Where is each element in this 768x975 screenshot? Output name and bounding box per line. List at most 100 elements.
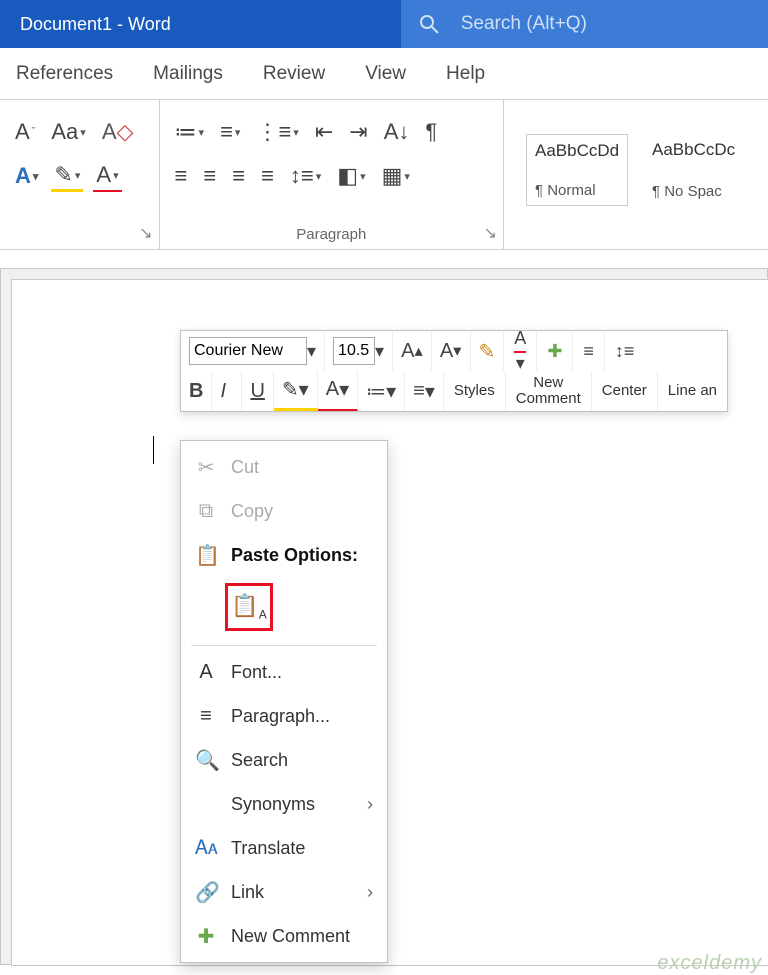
paragraph-group-launcher-icon[interactable]: ↘	[484, 223, 497, 243]
menu-label: Link	[231, 882, 264, 903]
change-case-icon[interactable]: Aa▾	[48, 117, 88, 147]
underline-button[interactable]: U	[242, 371, 273, 411]
document-title: Document1 - Word	[0, 14, 191, 35]
style-no-spacing[interactable]: AaBbCcDc ¶ No Spac	[644, 134, 746, 206]
font-size-input[interactable]	[333, 337, 375, 365]
grow-font-button[interactable]: A▴	[393, 331, 432, 371]
ribbon-group-styles: AaBbCcDd ¶ Normal AaBbCcDc ¶ No Spac	[504, 100, 768, 249]
bold-button[interactable]: B	[181, 371, 212, 411]
show-marks-icon[interactable]: ¶	[422, 117, 440, 147]
menu-label: Paragraph...	[231, 706, 330, 727]
highlight-icon[interactable]: ✎▾	[51, 160, 83, 192]
font-name-input[interactable]	[189, 337, 307, 365]
clear-formatting-icon[interactable]: A◇	[99, 117, 137, 147]
font-color-button[interactable]: A▾	[318, 371, 358, 411]
menu-label: Copy	[231, 501, 273, 522]
numbering-icon[interactable]: ≡▾	[217, 117, 243, 147]
ribbon-tab-row: References Mailings Review View Help	[0, 48, 768, 100]
paste-keep-text-only-button[interactable]: 📋A	[225, 583, 273, 631]
search-placeholder: Search (Alt+Q)	[461, 13, 587, 35]
ribbon-group-paragraph: ≔▾ ≡▾ ⋮≡▾ ⇤ ⇥ A↓ ¶ ≡ ≡ ≡ ≡ ↕≡▾ ◧▾ ▦▾ Par…	[160, 100, 504, 249]
multilevel-list-icon[interactable]: ⋮≡▾	[253, 117, 301, 147]
tab-help[interactable]: Help	[442, 57, 489, 91]
dropdown-icon[interactable]: ▾	[307, 341, 316, 362]
menu-paste-options-header: 📋 Paste Options:	[181, 533, 387, 577]
search-icon	[419, 14, 439, 34]
sort-icon[interactable]: A↓	[381, 117, 413, 147]
style-preview: AaBbCcDc	[652, 140, 738, 160]
cut-icon: ✂	[195, 455, 217, 480]
line-spacing-button[interactable]: ↕≡	[605, 331, 645, 371]
text-effects-icon[interactable]: A▾	[12, 161, 41, 191]
decrease-indent-icon[interactable]: ⇤	[312, 117, 336, 147]
grow-font-icon[interactable]: Aˇ	[12, 117, 38, 147]
shading-icon[interactable]: ◧▾	[334, 161, 368, 191]
justify-icon[interactable]: ≡	[258, 161, 277, 191]
italic-button[interactable]: I	[212, 371, 242, 411]
highlight-button[interactable]: ✎▾	[274, 371, 318, 411]
menu-new-comment[interactable]: ✚ New Comment	[181, 914, 387, 958]
new-comment-icon: ✚	[195, 924, 217, 949]
style-normal[interactable]: AaBbCcDd ¶ Normal	[526, 134, 628, 206]
tab-mailings[interactable]: Mailings	[149, 57, 227, 91]
translate-icon: 🗛	[195, 837, 217, 860]
line-spacing-icon[interactable]: ↕≡▾	[287, 161, 324, 191]
align-center-icon[interactable]: ≡	[200, 161, 219, 191]
increase-indent-icon[interactable]: ⇥	[346, 117, 370, 147]
menu-label: Search	[231, 750, 288, 771]
document-page[interactable]: ▾ ▾ A▴ A▾ ✎ A▾ ✚ ≡ ↕≡ B I U ✎▾	[11, 279, 768, 966]
menu-copy[interactable]: ⧉ Copy	[181, 489, 387, 533]
align-right-icon[interactable]: ≡	[229, 161, 248, 191]
font-group-launcher-icon[interactable]: ↘	[139, 223, 152, 243]
menu-font[interactable]: A Font...	[181, 650, 387, 694]
bullets-button[interactable]: ≔▾	[358, 371, 405, 411]
tab-references[interactable]: References	[12, 57, 117, 91]
title-bar: Document1 - Word Search (Alt+Q)	[0, 0, 768, 48]
paste-icon: 📋	[195, 543, 217, 568]
menu-search[interactable]: 🔍 Search	[181, 738, 387, 782]
text-cursor	[153, 436, 154, 464]
menu-paragraph[interactable]: ≡ Paragraph...	[181, 694, 387, 738]
menu-synonyms[interactable]: Synonyms ›	[181, 782, 387, 826]
copy-icon: ⧉	[195, 500, 217, 523]
menu-label: New Comment	[231, 926, 350, 947]
line-spacing-label[interactable]: Line an	[658, 371, 727, 411]
style-name: ¶ Normal	[535, 182, 619, 199]
format-painter-button[interactable]: ✎	[471, 331, 505, 371]
font-name-cell: ▾	[181, 331, 325, 371]
tab-review[interactable]: Review	[259, 57, 329, 91]
align-left-icon[interactable]: ≡	[172, 161, 191, 191]
ribbon-group-font: Aˇ Aa▾ A◇ A▾ ✎▾ A▾ ↘	[0, 100, 160, 249]
font-color-icon[interactable]: A▾	[93, 160, 121, 192]
new-comment-label[interactable]: New Comment	[506, 371, 592, 411]
tab-view[interactable]: View	[361, 57, 410, 91]
chevron-right-icon: ›	[367, 882, 373, 903]
ribbon: Aˇ Aa▾ A◇ A▾ ✎▾ A▾ ↘ ≔▾ ≡▾ ⋮≡▾ ⇤ ⇥ A↓ ¶ …	[0, 100, 768, 250]
chevron-right-icon: ›	[367, 794, 373, 815]
font-icon: A	[195, 661, 217, 684]
menu-cut[interactable]: ✂ Cut	[181, 445, 387, 489]
shrink-font-button[interactable]: A▾	[432, 331, 471, 371]
bullets-icon[interactable]: ≔▾	[172, 117, 208, 147]
font-color-split[interactable]: A▾	[504, 331, 537, 371]
menu-translate[interactable]: 🗛 Translate	[181, 826, 387, 870]
watermark: exceldemy	[657, 952, 762, 975]
mini-toolbar: ▾ ▾ A▴ A▾ ✎ A▾ ✚ ≡ ↕≡ B I U ✎▾	[180, 330, 728, 412]
search-bar[interactable]: Search (Alt+Q)	[401, 0, 768, 48]
menu-label: Cut	[231, 457, 259, 478]
center-label[interactable]: Center	[592, 371, 658, 411]
styles-button[interactable]: Styles	[444, 371, 506, 411]
dropdown-icon[interactable]: ▾	[375, 341, 384, 362]
center-button[interactable]: ≡	[573, 331, 605, 371]
context-menu: ✂ Cut ⧉ Copy 📋 Paste Options: 📋A A Font.…	[180, 440, 388, 963]
search-menu-icon: 🔍	[195, 748, 217, 773]
numbering-button[interactable]: ≡▾	[405, 371, 444, 411]
menu-link[interactable]: 🔗 Link ›	[181, 870, 387, 914]
new-comment-button[interactable]: ✚	[537, 331, 573, 371]
paragraph-group-label: Paragraph	[172, 226, 491, 249]
link-icon: 🔗	[195, 880, 217, 905]
paragraph-icon: ≡	[195, 705, 217, 728]
style-preview: AaBbCcDd	[535, 141, 619, 161]
borders-icon[interactable]: ▦▾	[379, 161, 413, 191]
menu-label: Font...	[231, 662, 282, 683]
